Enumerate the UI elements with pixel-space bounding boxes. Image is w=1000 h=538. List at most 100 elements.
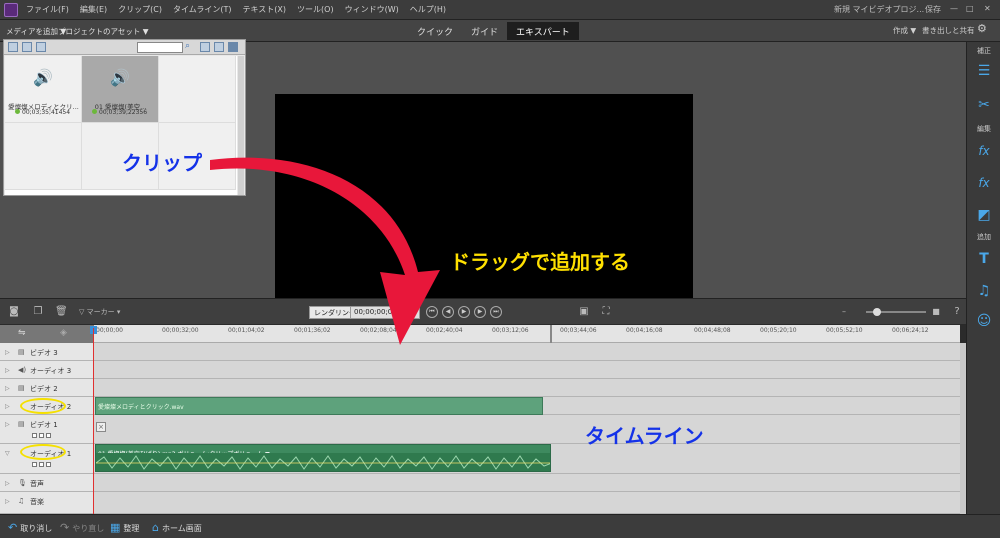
track-toggle[interactable] <box>32 462 37 467</box>
help-icon[interactable]: ? <box>951 306 963 318</box>
ruler-tick: 00;06;24;12 <box>892 327 929 334</box>
copy-icon[interactable]: ❐ <box>32 306 44 318</box>
timecode-display[interactable]: 00;00;00;00 <box>350 306 420 319</box>
step-back-icon[interactable]: ◀ <box>442 306 454 318</box>
graphics-icon[interactable]: ☺ <box>975 312 993 330</box>
home-screen-button[interactable]: ⌂ ホーム画面 <box>152 521 202 534</box>
play-icon[interactable]: ▶ <box>458 306 470 318</box>
timeline-ruler[interactable]: 00;00;00 00;00;32;00 00;01;04;02 00;01;3… <box>94 325 960 343</box>
work-area-end-marker[interactable] <box>550 325 552 343</box>
minimize-icon[interactable]: — <box>950 4 958 13</box>
track-toggle[interactable] <box>46 462 51 467</box>
sidebar-label-add: 追加 <box>977 233 991 241</box>
go-end-icon[interactable]: ⏭ <box>490 306 502 318</box>
asset-duration: 00;03;39;22356 <box>92 109 147 116</box>
marker-button[interactable]: ▽ マーカー ▾ <box>79 306 120 318</box>
speaker-icon: 🔊 <box>110 68 130 87</box>
menu-text[interactable]: テキスト(X) <box>243 4 286 15</box>
timeline-toolbar: ◙ ❐ 🗑 ▽ マーカー ▾ レンダリング 00;00;00;00 ⏮ ◀ ▶ … <box>0 298 966 325</box>
trash-icon[interactable] <box>214 42 224 52</box>
expand-icon[interactable]: ▷ <box>5 421 10 428</box>
playhead[interactable] <box>93 328 94 514</box>
microphone-icon: 🎙 <box>18 479 27 487</box>
track-settings-icon[interactable]: ⇋ <box>18 328 26 338</box>
save-button[interactable]: 保存 <box>925 4 941 15</box>
expand-icon[interactable]: ▷ <box>5 498 10 505</box>
maximize-icon[interactable]: □ <box>966 4 974 13</box>
waveform <box>96 453 550 471</box>
track-header[interactable]: ▷ ▤ ビデオ 3 <box>0 343 94 360</box>
export-share-button[interactable]: 書き出しと共有 <box>922 25 975 36</box>
gear-icon[interactable]: ⚙ <box>977 22 987 35</box>
search-icon[interactable]: ⌕ <box>185 41 190 51</box>
menu-file[interactable]: ファイル(F) <box>26 4 69 15</box>
menu-edit[interactable]: 編集(E) <box>80 4 107 15</box>
expand-icon[interactable]: ▷ <box>5 349 10 356</box>
menu-timeline[interactable]: タイムライン(T) <box>173 4 232 15</box>
fullscreen-icon[interactable]: ⛶ <box>600 306 612 318</box>
audio-clip-melody[interactable]: 愛燦燦メロディとクリック.wav <box>95 397 543 415</box>
expand-icon[interactable]: ▷ <box>5 367 10 374</box>
clip-label: 愛燦燦メロディとクリック.wav <box>98 404 184 411</box>
step-forward-icon[interactable]: ▶ <box>474 306 486 318</box>
view-icon[interactable] <box>8 42 18 52</box>
trash-icon[interactable]: 🗑 <box>55 306 68 318</box>
monitor-icon[interactable]: ▣ <box>578 306 590 318</box>
tab-guided[interactable]: ガイド <box>462 22 507 40</box>
tab-quick[interactable]: クイック <box>408 22 462 40</box>
adjust-sliders-icon[interactable]: ☰ <box>975 62 993 80</box>
image-view-icon[interactable] <box>22 42 32 52</box>
titles-icon[interactable]: T <box>975 250 993 268</box>
track-toggle[interactable] <box>39 433 44 438</box>
transitions-icon[interactable]: ◩ <box>975 206 993 224</box>
pin-icon[interactable] <box>228 42 238 52</box>
track-header[interactable]: ▷ ♫ 音楽 <box>0 492 94 513</box>
close-icon[interactable]: ✕ <box>984 4 991 13</box>
menu-clip[interactable]: クリップ(C) <box>118 4 162 15</box>
assets-scrollbar[interactable] <box>238 56 244 195</box>
project-assets-button[interactable]: プロジェクトのアセット ▼ <box>54 24 153 38</box>
audio-view-icon[interactable] <box>36 42 46 52</box>
track-header[interactable]: ▷ ◀) オーディオ 3 <box>0 361 94 378</box>
create-button[interactable]: 作成 ▼ <box>893 25 916 36</box>
tools-icon[interactable]: ✂ <box>975 96 993 114</box>
track-header[interactable]: ▷ 🎙 音声 <box>0 474 94 491</box>
organizer-button[interactable]: ▦ 整理 <box>110 521 139 534</box>
tab-expert[interactable]: エキスパート <box>507 22 579 40</box>
snap-icon[interactable]: ◈ <box>60 328 67 338</box>
undo-button[interactable]: ↶ 取り消し <box>8 521 52 534</box>
timeline-scrollbar[interactable] <box>960 343 966 514</box>
track-header[interactable]: ▷ オーディオ 2 <box>0 397 94 414</box>
menu-help[interactable]: ヘルプ(H) <box>410 4 446 15</box>
audio-clip-song[interactable]: 01 愛燦燦(美空ひばり).mp3 ボリューム:クリップボリューム ▼ <box>95 444 551 472</box>
annotation-timeline: タイムライン <box>585 424 704 448</box>
zoom-out-icon[interactable]: – <box>838 306 850 318</box>
asset-clip-1[interactable]: 🔊 愛燦燦メロディとクリ... 00;03;35;41454 <box>5 56 82 123</box>
zoom-slider-thumb[interactable] <box>873 308 881 316</box>
expand-icon[interactable]: ▽ <box>5 450 10 457</box>
zoom-in-icon[interactable]: ■ <box>930 306 942 318</box>
expand-icon[interactable]: ▷ <box>5 480 10 487</box>
track-toggle[interactable] <box>46 433 51 438</box>
ruler-tick: 00;04;16;08 <box>626 327 663 334</box>
track-header[interactable]: ▷ ▤ ビデオ 1 <box>0 415 94 443</box>
assets-toolbar: ⌕ <box>4 40 245 55</box>
applied-effects-icon[interactable]: fx <box>975 174 993 192</box>
folder-icon[interactable] <box>200 42 210 52</box>
track-toggle[interactable] <box>39 462 44 467</box>
asset-clip-2[interactable]: 🔊 01 愛燦燦(美空... 00;03;39;22356 <box>82 56 159 123</box>
track-header[interactable]: ▽ オーディオ 1 <box>0 444 94 473</box>
menu-tools[interactable]: ツール(O) <box>297 4 334 15</box>
go-start-icon[interactable]: ⏮ <box>426 306 438 318</box>
redo-button[interactable]: ↷ やり直し <box>60 521 104 534</box>
camera-icon[interactable]: ◙ <box>8 306 20 318</box>
menu-window[interactable]: ウィンドウ(W) <box>345 4 399 15</box>
expand-icon[interactable]: ▷ <box>5 385 10 392</box>
music-icon[interactable]: ♫ <box>975 282 993 300</box>
expand-icon[interactable]: ▷ <box>5 403 10 410</box>
search-input[interactable] <box>137 42 183 53</box>
track-toggle[interactable] <box>32 433 37 438</box>
preview-monitor[interactable] <box>275 94 693 328</box>
track-header[interactable]: ▷ ▤ ビデオ 2 <box>0 379 94 396</box>
effects-icon[interactable]: fx <box>975 142 993 160</box>
